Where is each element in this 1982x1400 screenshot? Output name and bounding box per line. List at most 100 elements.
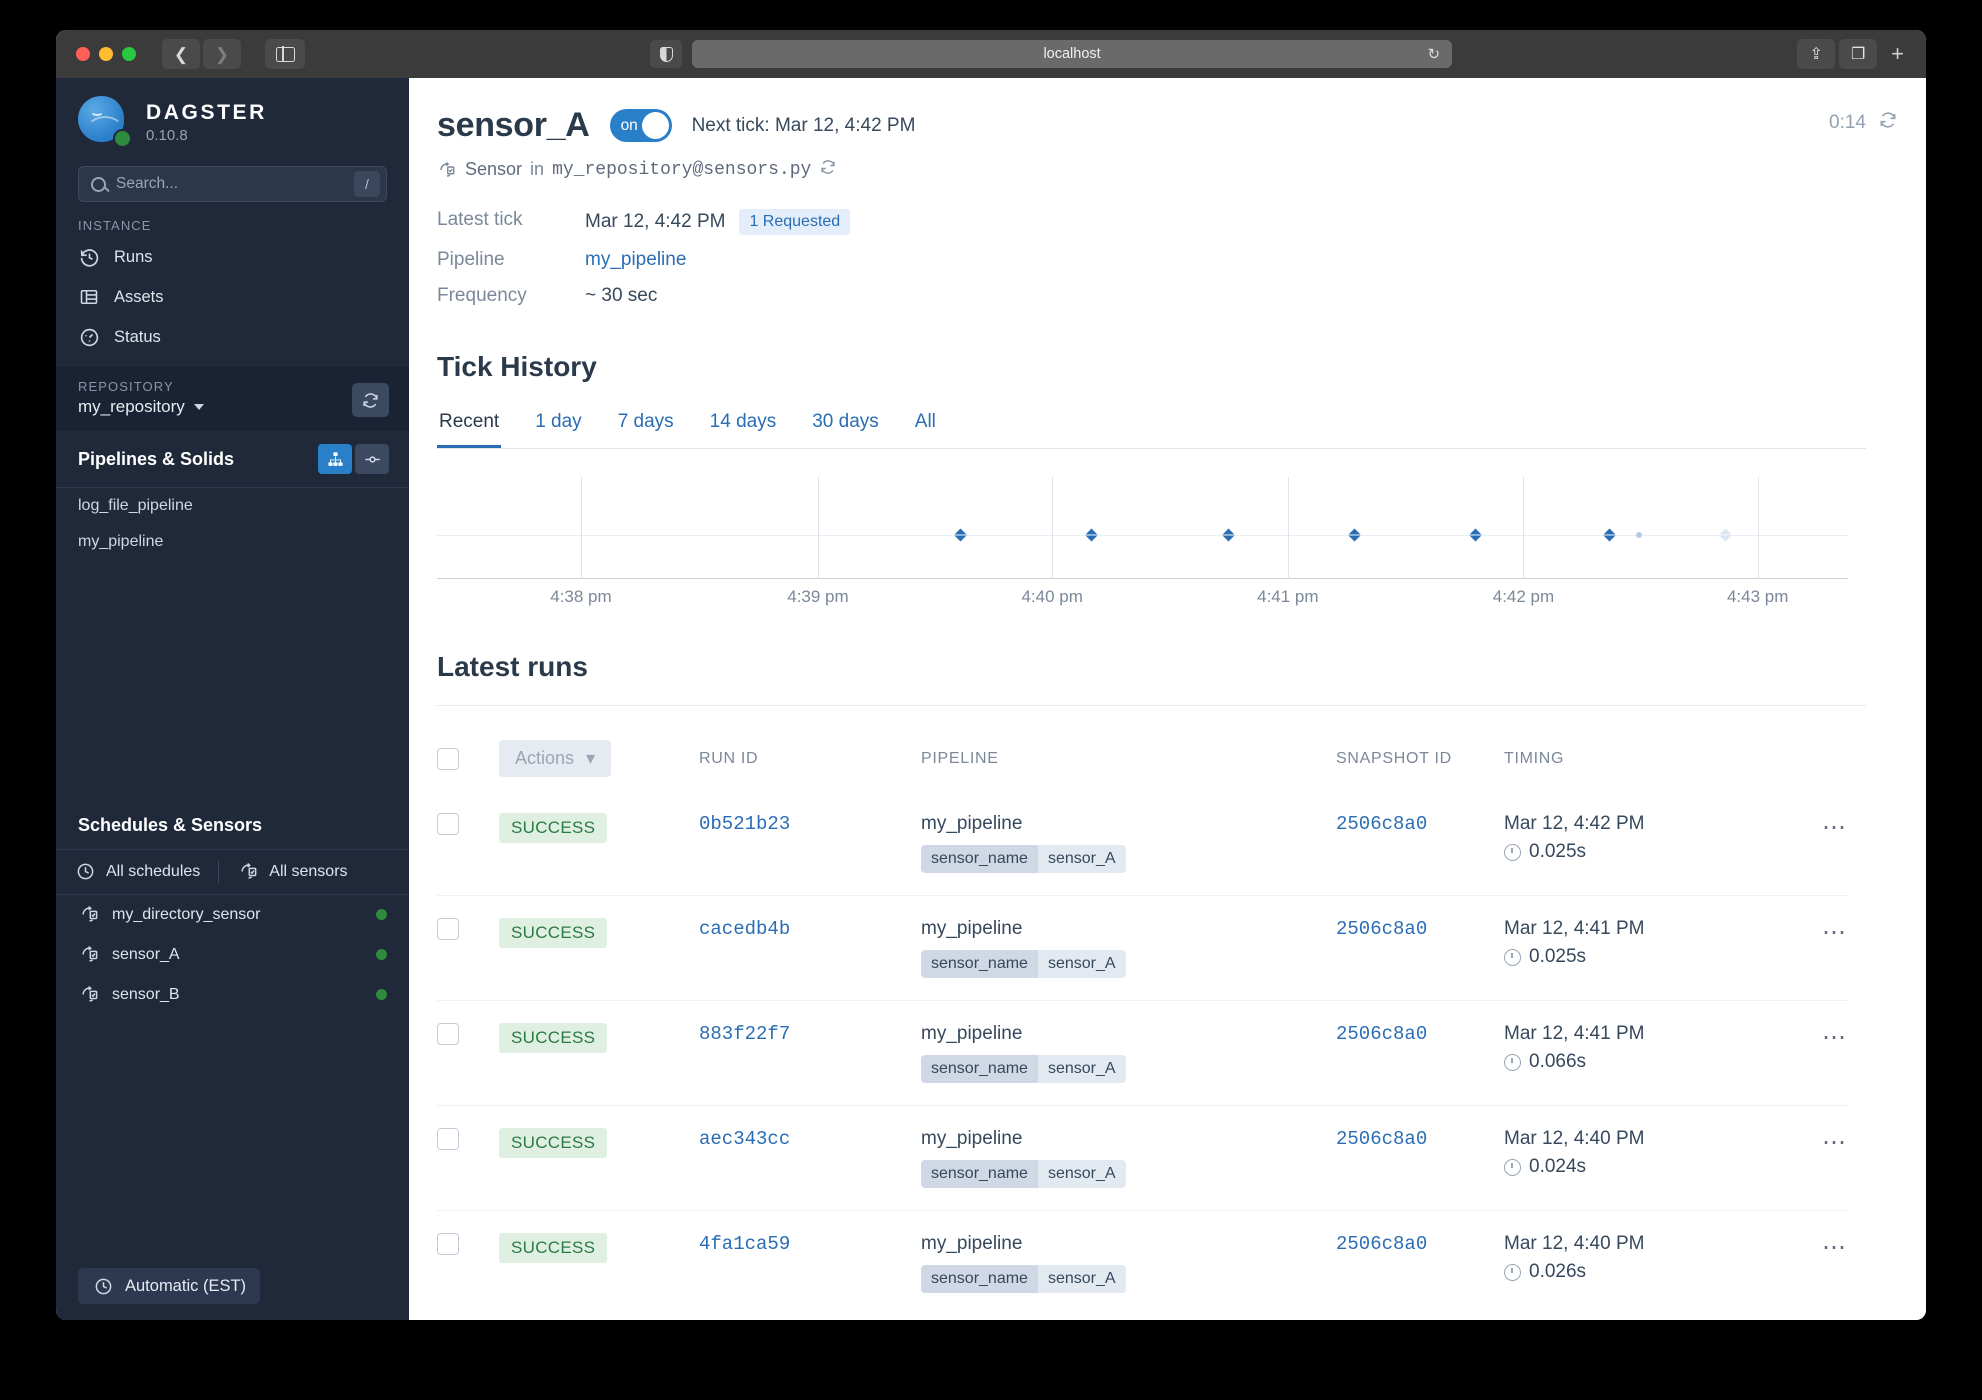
sensor-toggle-switch[interactable]: on (609, 109, 672, 142)
tab-7-days[interactable]: 7 days (616, 405, 676, 448)
sidebar-item-runs[interactable]: Runs (56, 237, 409, 277)
pipeline-list-item[interactable]: my_pipeline (56, 524, 409, 560)
tab-recent[interactable]: Recent (437, 405, 502, 448)
actions-button[interactable]: Actions ▾ (499, 740, 612, 777)
tick-history-chart[interactable]: 4:38 pm 4:39 pm 4:40 pm 4:41 pm 4:42 pm 4:43 … (437, 477, 1848, 607)
more-options-icon[interactable]: ⋯ (1822, 814, 1848, 841)
close-window-button[interactable] (76, 47, 90, 61)
snapshot-id-link[interactable]: 2506c8a0 (1336, 1128, 1427, 1150)
back-icon[interactable]: ❮ (162, 39, 200, 69)
chart-tick-point[interactable] (1469, 529, 1482, 542)
refresh-icon[interactable] (352, 383, 389, 417)
row-timing-cell: Mar 12, 4:40 PM 0.026s (1504, 1233, 1778, 1283)
more-options-icon[interactable]: ⋯ (1822, 1024, 1848, 1051)
run-tag[interactable]: sensor_name sensor_A (921, 1055, 1126, 1083)
run-id-link[interactable]: 4fa1ca59 (699, 1233, 790, 1255)
maximize-window-button[interactable] (122, 47, 136, 61)
refresh-icon[interactable] (1878, 110, 1898, 136)
pipeline-name[interactable]: my_pipeline (921, 1233, 1336, 1255)
sidebar-item-status[interactable]: Status (56, 317, 409, 357)
chart-tick-point[interactable] (1719, 529, 1732, 542)
snapshot-id-link[interactable]: 2506c8a0 (1336, 1023, 1427, 1045)
sensor-list-item[interactable]: sensor_A (56, 935, 409, 975)
repository-name[interactable]: my_repository (78, 397, 387, 417)
all-schedules-link[interactable]: All schedules (56, 850, 218, 894)
more-options-icon[interactable]: ⋯ (1822, 1234, 1848, 1261)
navigation-buttons: ❮ ❯ (162, 39, 241, 69)
pipeline-name[interactable]: my_pipeline (921, 918, 1336, 940)
snapshot-id-link[interactable]: 2506c8a0 (1336, 1233, 1427, 1255)
table-row[interactable]: SUCCESS 4fa1ca59 my_pipeline sensor_name sen… (437, 1210, 1848, 1315)
select-all-checkbox[interactable] (437, 747, 459, 770)
tab-all[interactable]: All (913, 405, 938, 448)
pipeline-list-item[interactable]: log_file_pipeline (56, 488, 409, 524)
run-id-link[interactable]: aec343cc (699, 1128, 790, 1150)
tab-14-days[interactable]: 14 days (708, 405, 779, 448)
more-options-icon[interactable]: ⋯ (1822, 919, 1848, 946)
detail-value: ~ 30 sec (585, 285, 658, 306)
pipeline-link[interactable]: my_pipeline (585, 249, 686, 271)
search-input[interactable] (116, 175, 344, 193)
chart-tick-point[interactable] (1348, 529, 1361, 542)
row-snapshot-cell: 2506c8a0 (1336, 1023, 1504, 1045)
run-tag[interactable]: sensor_name sensor_A (921, 950, 1126, 978)
pipeline-name[interactable]: my_pipeline (921, 1023, 1336, 1045)
run-tag[interactable]: sensor_name sensor_A (921, 1265, 1126, 1293)
status-badge: SUCCESS (499, 1023, 608, 1053)
table-row[interactable]: SUCCESS 883f22f7 my_pipeline sensor_name sen… (437, 1000, 1848, 1105)
auto-refresh-timer[interactable]: 0:14 (1829, 110, 1898, 136)
run-id-link[interactable]: 883f22f7 (699, 1023, 790, 1045)
row-checkbox[interactable] (437, 1233, 459, 1255)
chart-tick-point[interactable] (1222, 529, 1235, 542)
run-id-link[interactable]: 0b521b23 (699, 813, 790, 835)
chart-tick-point[interactable] (954, 529, 967, 542)
minimize-window-button[interactable] (99, 47, 113, 61)
share-icon[interactable]: ⇪ (1797, 39, 1836, 69)
all-sensors-link[interactable]: All sensors (219, 850, 365, 894)
row-checkbox[interactable] (437, 918, 459, 940)
new-tab-icon[interactable]: + (1881, 41, 1914, 67)
row-snapshot-cell: 2506c8a0 (1336, 1128, 1504, 1150)
status-dot (113, 129, 132, 148)
run-id-link[interactable]: cacedb4b (699, 918, 790, 940)
row-checkbox[interactable] (437, 813, 459, 835)
snapshot-id-link[interactable]: 2506c8a0 (1336, 918, 1427, 940)
tab-overview-icon[interactable]: ❐ (1839, 39, 1878, 69)
chart-gridline (1523, 477, 1525, 579)
row-snapshot-cell: 2506c8a0 (1336, 813, 1504, 835)
search-box[interactable]: / (78, 166, 387, 202)
chart-tick-point[interactable] (1085, 529, 1098, 542)
sensor-list-item[interactable]: my_directory_sensor (56, 895, 409, 935)
reload-sensor-icon[interactable] (819, 158, 837, 181)
address-bar[interactable]: localhost ↻ (692, 40, 1453, 68)
run-tag[interactable]: sensor_name sensor_A (921, 845, 1126, 873)
reader-contrast-icon[interactable] (650, 40, 683, 68)
table-row[interactable]: SUCCESS aec343cc my_pipeline sensor_name sen… (437, 1105, 1848, 1210)
snapshot-id-link[interactable]: 2506c8a0 (1336, 813, 1427, 835)
chart-tick-point[interactable] (1603, 529, 1616, 542)
timezone-button[interactable]: Automatic (EST) (78, 1268, 261, 1304)
repository-selector[interactable]: REPOSITORY my_repository (56, 367, 409, 431)
brand-header[interactable]: DAGSTER 0.10.8 (56, 78, 409, 154)
sensor-list-item[interactable]: sensor_B (56, 975, 409, 1015)
pipeline-view-icon[interactable] (318, 444, 352, 474)
row-checkbox[interactable] (437, 1128, 459, 1150)
chart-point-minor[interactable] (1636, 532, 1643, 538)
forward-icon[interactable]: ❯ (203, 39, 241, 69)
sidebar-item-assets[interactable]: Assets (56, 277, 409, 317)
run-tag[interactable]: sensor_name sensor_A (921, 1160, 1126, 1188)
reload-icon[interactable]: ↻ (1427, 45, 1440, 63)
sensor-icon (78, 904, 100, 926)
table-row[interactable]: SUCCESS 0b521b23 my_pipeline sensor_name sen… (437, 791, 1848, 895)
row-checkbox[interactable] (437, 1023, 459, 1045)
row-timing-cell: Mar 12, 4:42 PM 0.025s (1504, 813, 1778, 863)
pipeline-name[interactable]: my_pipeline (921, 813, 1336, 835)
table-row[interactable]: SUCCESS cacedb4b my_pipeline sensor_name sen… (437, 895, 1848, 1000)
more-options-icon[interactable]: ⋯ (1822, 1129, 1848, 1156)
tag-value: sensor_A (1037, 1160, 1126, 1188)
tab-1-day[interactable]: 1 day (533, 405, 583, 448)
pipeline-name[interactable]: my_pipeline (921, 1128, 1336, 1150)
solid-view-icon[interactable] (355, 444, 389, 474)
tab-30-days[interactable]: 30 days (810, 405, 881, 448)
sidebar-toggle-icon[interactable] (265, 39, 305, 69)
